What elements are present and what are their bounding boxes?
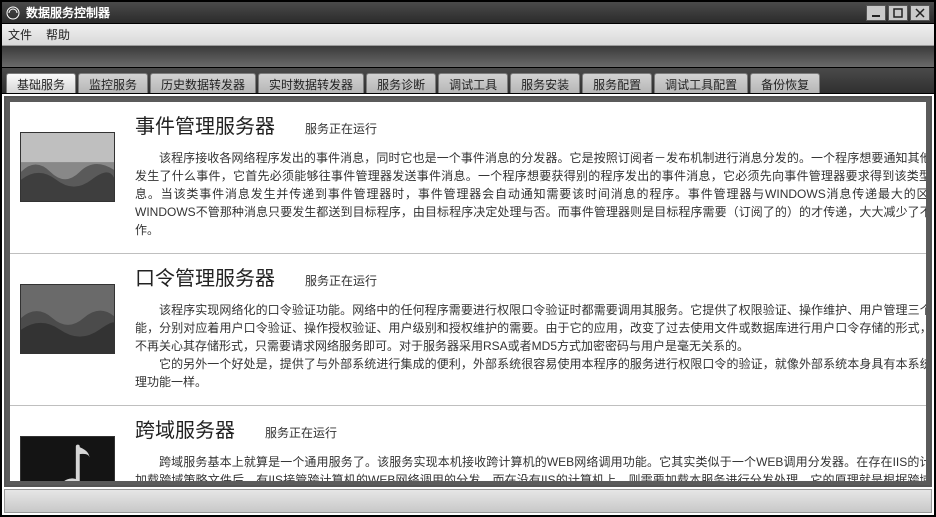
tab-row: 基础服务监控服务历史数据转发器实时数据转发器服务诊断调试工具服务安装服务配置调试… — [2, 68, 934, 94]
tab-7[interactable]: 服务配置 — [582, 73, 652, 93]
service-description: 该程序接收各网络程序发出的事件消息，同时它也是一个事件消息的分发器。它是按照订阅… — [135, 149, 926, 239]
maximize-button[interactable] — [888, 5, 908, 21]
service-row: 跨域服务器 服务正在运行跨域服务基本上就算是一个通用服务了。该服务实现本机接收跨计… — [10, 406, 926, 481]
tab-8[interactable]: 调试工具配置 — [654, 73, 748, 93]
service-thumbnail — [20, 284, 115, 354]
app-icon — [6, 6, 20, 20]
service-description: 跨域服务基本上就算是一个通用服务了。该服务实现本机接收跨计算机的WEB网络调用功… — [135, 453, 926, 481]
service-title: 口令管理服务器 — [135, 262, 275, 291]
tab-0[interactable]: 基础服务 — [6, 73, 76, 93]
tab-5[interactable]: 调试工具 — [438, 73, 508, 93]
tab-3[interactable]: 实时数据转发器 — [258, 73, 364, 93]
ribbon-strip — [2, 46, 934, 68]
minimize-button[interactable] — [866, 5, 886, 21]
service-thumbnail — [20, 436, 115, 481]
tab-4[interactable]: 服务诊断 — [366, 73, 436, 93]
content-scroll[interactable]: 事件管理服务器服务正在运行该程序接收各网络程序发出的事件消息，同时它也是一个事件… — [10, 102, 926, 481]
close-button[interactable] — [910, 5, 930, 21]
service-body: 口令管理服务器 服务正在运行该程序实现网络化的口令验证功能。网络中的任何程序需要进… — [135, 262, 926, 391]
service-title: 跨域服务器 — [135, 414, 235, 443]
service-status: 服务正在运行 — [305, 272, 377, 289]
tab-9[interactable]: 备份恢复 — [750, 73, 820, 93]
service-description: 该程序实现网络化的口令验证功能。网络中的任何程序需要进行权限口令验证时都需要调用… — [135, 301, 926, 391]
window-title: 数据服务控制器 — [26, 4, 866, 21]
service-body: 跨域服务器 服务正在运行跨域服务基本上就算是一个通用服务了。该服务实现本机接收跨计… — [135, 414, 926, 481]
menu-bar: 文件 帮助 — [2, 24, 934, 46]
tab-6[interactable]: 服务安装 — [510, 73, 580, 93]
service-row: 事件管理服务器 服务正在运行该程序接收各网络程序发出的事件消息，同时它也是一个事件… — [10, 102, 926, 254]
tab-1[interactable]: 监控服务 — [78, 73, 148, 93]
service-thumbnail — [20, 132, 115, 202]
tab-2[interactable]: 历史数据转发器 — [150, 73, 256, 93]
service-body: 事件管理服务器 服务正在运行该程序接收各网络程序发出的事件消息，同时它也是一个事件… — [135, 110, 926, 239]
menu-help[interactable]: 帮助 — [46, 26, 70, 43]
content-area: 事件管理服务器服务正在运行该程序接收各网络程序发出的事件消息，同时它也是一个事件… — [4, 96, 932, 487]
menu-file[interactable]: 文件 — [8, 26, 32, 43]
service-title: 事件管理服务器 — [135, 110, 275, 139]
service-status: 服务正在运行 — [305, 120, 377, 137]
status-bar — [4, 489, 932, 513]
service-status: 服务正在运行 — [265, 424, 337, 441]
title-bar: 数据服务控制器 — [2, 2, 934, 24]
service-row: 口令管理服务器 服务正在运行该程序实现网络化的口令验证功能。网络中的任何程序需要进… — [10, 254, 926, 406]
